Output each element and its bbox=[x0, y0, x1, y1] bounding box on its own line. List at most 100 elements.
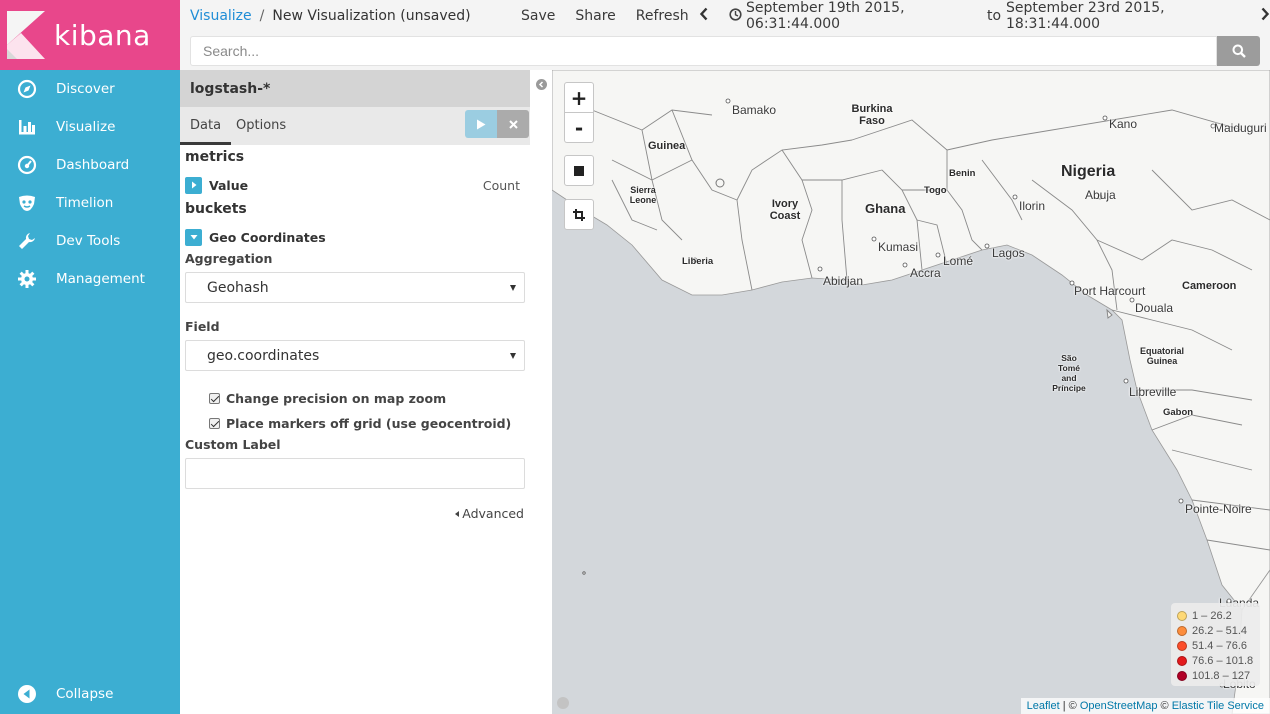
caret-left-icon bbox=[455, 510, 460, 517]
advanced-toggle[interactable]: Advanced bbox=[455, 506, 524, 521]
time-range-to-word: to bbox=[986, 8, 1002, 24]
sidebar-item-label: Timelion bbox=[56, 195, 114, 211]
sidebar-item-timelion[interactable]: Timelion bbox=[0, 184, 180, 222]
top-nav: Visualize / New Visualization (unsaved) … bbox=[180, 0, 1270, 32]
precision-checkbox[interactable] bbox=[209, 393, 220, 404]
city-label: Kano bbox=[1109, 117, 1138, 131]
city-label: Douala bbox=[1135, 301, 1174, 315]
field-select[interactable]: geo.coordinates bbox=[185, 340, 525, 371]
draw-rectangle-button[interactable] bbox=[564, 155, 594, 186]
field-label: Field bbox=[185, 319, 220, 334]
search-submit-button[interactable] bbox=[1217, 36, 1260, 66]
sidebar-item-discover[interactable]: Discover bbox=[0, 70, 180, 108]
close-icon bbox=[508, 119, 518, 129]
fit-data-bounds-button[interactable] bbox=[564, 199, 594, 230]
city-label: Bamako bbox=[732, 103, 777, 117]
openstreetmap-link[interactable]: OpenStreetMap bbox=[1080, 700, 1158, 712]
sidebar-item-label: Dev Tools bbox=[56, 233, 121, 249]
geocentroid-checkbox-row[interactable]: Place markers off grid (use geocentroid) bbox=[209, 416, 511, 431]
expand-toggle-icon[interactable] bbox=[185, 176, 202, 194]
map-canvas[interactable]: Bamako Kano Maiduguri Ilorin Abuja Kumas… bbox=[552, 70, 1270, 714]
metric-agg-row[interactable]: Value Count bbox=[185, 176, 520, 194]
breadcrumb-visualize-link[interactable]: Visualize bbox=[190, 8, 252, 24]
chevron-right-icon bbox=[1261, 7, 1270, 21]
chevron-left-icon bbox=[699, 7, 708, 21]
legend-swatch bbox=[1177, 670, 1187, 681]
city-label: Abidjan bbox=[823, 274, 864, 288]
leaflet-link[interactable]: Leaflet bbox=[1027, 700, 1060, 712]
sidebar-item-dashboard[interactable]: Dashboard bbox=[0, 146, 180, 184]
dropdown-caret-icon bbox=[510, 285, 516, 291]
time-back-button[interactable] bbox=[699, 7, 709, 25]
tab-data[interactable]: Data bbox=[180, 107, 232, 145]
elastic-tile-service-link[interactable]: Elastic Tile Service bbox=[1172, 700, 1264, 712]
aggregation-select[interactable]: Geohash bbox=[185, 272, 525, 303]
aggregation-select-value: Geohash bbox=[207, 279, 269, 296]
legend-swatch bbox=[1177, 640, 1187, 651]
collapse-arrow-icon bbox=[17, 684, 37, 704]
sidebar-item-label: Dashboard bbox=[56, 157, 130, 173]
discard-changes-button[interactable] bbox=[497, 110, 529, 138]
legend-item: 51.4 – 76.6 bbox=[1177, 638, 1254, 653]
time-range-from[interactable]: September 19th 2015, 06:31:44.000 bbox=[746, 0, 982, 32]
gear-icon bbox=[17, 269, 37, 289]
legend-item: 76.6 – 101.8 bbox=[1177, 653, 1254, 668]
time-range-to[interactable]: September 23rd 2015, 18:31:44.000 bbox=[1006, 0, 1242, 32]
country-label: Ivory Coast bbox=[769, 198, 801, 222]
metric-agg-description: Count bbox=[482, 177, 520, 193]
breadcrumb: Visualize / New Visualization (unsaved) bbox=[180, 8, 471, 24]
precision-checkbox-row[interactable]: Change precision on map zoom bbox=[209, 391, 446, 406]
metric-agg-name: Value bbox=[209, 177, 249, 193]
save-button[interactable]: Save bbox=[521, 8, 555, 24]
apply-changes-button[interactable] bbox=[465, 110, 497, 138]
sidebar-item-management[interactable]: Management bbox=[0, 260, 180, 298]
geocentroid-checkbox-label: Place markers off grid (use geocentroid) bbox=[226, 416, 512, 431]
map-resize-handle[interactable] bbox=[557, 697, 569, 709]
country-label: Guinea bbox=[648, 140, 686, 152]
map-attribution: Leaflet | © OpenStreetMap © Elastic Tile… bbox=[1020, 698, 1270, 714]
legend-label: 101.8 – 127 bbox=[1192, 669, 1251, 682]
collapse-toggle-icon[interactable] bbox=[185, 228, 202, 246]
custom-label-label: Custom Label bbox=[185, 437, 281, 452]
sidebar-item-label: Discover bbox=[56, 81, 115, 97]
country-label: Nigeria bbox=[1061, 163, 1116, 180]
country-label: Sierra Leone bbox=[629, 185, 657, 205]
country-label: Equatorial Guinea bbox=[1139, 346, 1184, 366]
refresh-button[interactable]: Refresh bbox=[636, 8, 689, 24]
zoom-in-button[interactable]: + bbox=[564, 82, 594, 113]
share-button[interactable]: Share bbox=[575, 8, 615, 24]
bucket-agg-row[interactable]: Geo Coordinates bbox=[185, 228, 520, 246]
tab-options[interactable]: Options bbox=[226, 107, 296, 145]
legend-label: 26.2 – 51.4 bbox=[1192, 624, 1248, 637]
sidebar-item-dev-tools[interactable]: Dev Tools bbox=[0, 222, 180, 260]
precision-checkbox-label: Change precision on map zoom bbox=[226, 391, 447, 406]
dropdown-caret-icon bbox=[510, 353, 516, 359]
collapse-editor-button[interactable] bbox=[536, 79, 547, 90]
collapse-sidebar-button[interactable]: Collapse bbox=[0, 674, 180, 714]
city-label: Abuja bbox=[1085, 188, 1116, 202]
zoom-out-button[interactable]: - bbox=[564, 113, 594, 143]
field-select-value: geo.coordinates bbox=[207, 347, 320, 364]
country-label: Gabon bbox=[1163, 407, 1194, 418]
custom-label-input[interactable] bbox=[185, 458, 525, 489]
search-input[interactable] bbox=[190, 36, 1217, 66]
city-label: Lomé bbox=[943, 254, 974, 268]
advanced-label: Advanced bbox=[462, 506, 524, 521]
vis-editor-sidebar: logstash-* Data Options metrics Value Co… bbox=[180, 70, 530, 714]
page-title: New Visualization (unsaved) bbox=[272, 8, 471, 24]
editor-resize-gutter bbox=[530, 70, 552, 714]
legend-label: 1 – 26.2 bbox=[1192, 609, 1232, 622]
wrench-icon bbox=[17, 231, 37, 251]
time-picker: September 19th 2015, 06:31:44.000 to Sep… bbox=[699, 0, 1270, 32]
time-forward-button[interactable] bbox=[1260, 7, 1270, 25]
sidebar-item-visualize[interactable]: Visualize bbox=[0, 108, 180, 146]
collapse-label: Collapse bbox=[56, 686, 114, 702]
legend-label: 51.4 – 76.6 bbox=[1192, 639, 1248, 652]
kibana-wordmark: kibana bbox=[54, 18, 151, 52]
metrics-section-title: metrics bbox=[185, 149, 245, 165]
chevron-left-icon bbox=[538, 81, 544, 88]
geocentroid-checkbox[interactable] bbox=[209, 418, 220, 429]
query-bar bbox=[180, 32, 1270, 70]
kibana-logo[interactable]: kibana bbox=[0, 0, 180, 70]
city-label: Lagos bbox=[992, 246, 1025, 260]
